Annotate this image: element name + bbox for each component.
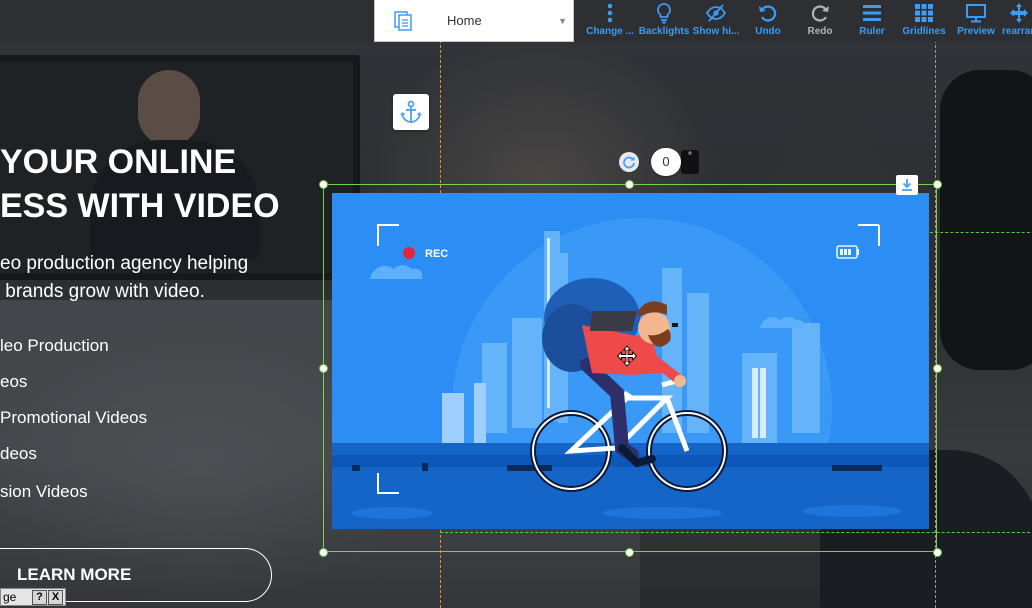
help-button[interactable]: ? xyxy=(32,589,47,605)
resize-handle-bottom[interactable] xyxy=(625,548,634,557)
tool-label: Show hi... xyxy=(692,26,740,37)
resize-handle-bottom-left[interactable] xyxy=(319,548,328,557)
download-icon xyxy=(902,179,912,191)
tool-label: Undo xyxy=(755,26,781,37)
service-item[interactable]: eos xyxy=(0,372,27,392)
service-item[interactable]: Promotional Videos xyxy=(0,408,147,428)
gridlines-tool-button[interactable]: Gridlines xyxy=(900,2,948,40)
tool-label: Change ... xyxy=(586,26,634,37)
download-button[interactable] xyxy=(896,175,918,195)
mini-toolbar: ge ? X xyxy=(0,588,66,606)
anchor-icon xyxy=(400,100,422,123)
degree-badge: ° xyxy=(681,150,699,174)
rotate-icon xyxy=(623,156,635,169)
tool-label: Backlights xyxy=(638,26,690,37)
resize-handle-left[interactable] xyxy=(319,364,328,373)
show-hidden-tool-button[interactable]: Show hi... xyxy=(690,2,742,40)
more-vertical-icon xyxy=(607,3,613,23)
resize-handle-right[interactable] xyxy=(933,364,942,373)
rotate-button[interactable] xyxy=(619,152,639,172)
resize-handle-top[interactable] xyxy=(625,180,634,189)
resize-handle-bottom-right[interactable] xyxy=(933,548,942,557)
grid-icon xyxy=(915,4,933,22)
lightbulb-icon xyxy=(657,3,671,24)
move-arrows-icon xyxy=(1010,3,1028,23)
change-tool-button[interactable]: Change ... xyxy=(586,2,634,40)
service-item[interactable]: sion Videos xyxy=(0,482,88,502)
tool-label: Redo xyxy=(807,26,833,37)
backlights-tool-button[interactable]: Backlights xyxy=(638,2,690,40)
tool-label: Ruler xyxy=(859,26,885,37)
tool-label: rearrar xyxy=(1002,26,1032,37)
ruler-tool-button[interactable]: Ruler xyxy=(852,2,892,40)
resize-handle-top-right[interactable] xyxy=(933,180,942,189)
horizontal-guide-line xyxy=(930,232,1032,233)
selection-box[interactable] xyxy=(323,184,937,552)
mini-toolbar-label: ge xyxy=(3,590,17,604)
undo-icon xyxy=(759,5,777,22)
hero-subtitle[interactable]: eo production agency helping brands grow… xyxy=(0,250,248,306)
pages-icon xyxy=(393,10,415,32)
tool-label: Preview xyxy=(957,26,995,37)
ruler-icon xyxy=(863,5,881,21)
page-select-dropdown[interactable]: Home ▼ xyxy=(374,0,574,42)
monitor-icon xyxy=(966,4,986,23)
hero-title[interactable]: YOUR ONLINE ESS WITH VIDEO xyxy=(0,140,280,228)
service-item[interactable]: deos xyxy=(0,444,37,464)
eye-slash-icon xyxy=(705,4,727,22)
anchor-button[interactable] xyxy=(393,94,429,130)
rearrange-button[interactable]: rearrar xyxy=(1002,2,1032,40)
tool-label: Gridlines xyxy=(902,26,946,37)
preview-button[interactable]: Preview xyxy=(954,2,998,40)
redo-button[interactable]: Redo xyxy=(800,2,840,40)
chevron-down-icon: ▼ xyxy=(558,15,567,26)
close-button[interactable]: X xyxy=(48,589,63,605)
undo-button[interactable]: Undo xyxy=(748,2,788,40)
redo-icon xyxy=(811,5,829,22)
resize-handle-top-left[interactable] xyxy=(319,180,328,189)
page-select-value: Home xyxy=(447,13,482,28)
rotation-value-input[interactable]: 0 xyxy=(651,148,681,176)
service-item[interactable]: leo Production xyxy=(0,336,109,356)
move-cursor-icon xyxy=(616,345,638,367)
